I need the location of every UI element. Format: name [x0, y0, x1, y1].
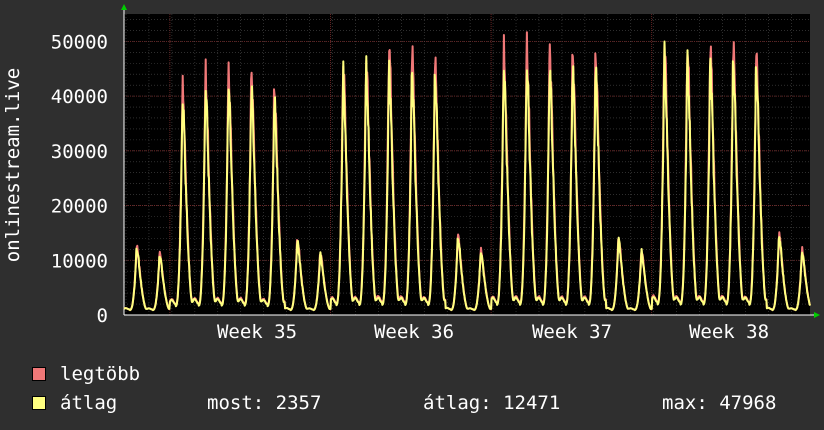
- x-axis-arrow: [814, 312, 820, 318]
- traffic-chart: 0 10000 20000 30000 40000 50000 onlinestream.l…: [2, 4, 820, 343]
- x-tick-label: Week 36: [374, 321, 454, 343]
- y-axis-arrow: [121, 4, 127, 10]
- y-axis-title: onlinestream.live: [2, 68, 24, 262]
- x-tick-label: Week 37: [532, 321, 612, 343]
- x-tick-label: Week 35: [217, 321, 297, 343]
- y-tick-label: 40000: [51, 86, 108, 108]
- y-tick-label: 30000: [51, 141, 108, 163]
- x-tick-label: Week 38: [689, 321, 769, 343]
- y-tick-label: 50000: [51, 31, 108, 53]
- y-tick-label: 10000: [51, 250, 108, 272]
- y-tick-label: 20000: [51, 196, 108, 218]
- y-tick-label: 0: [97, 305, 108, 327]
